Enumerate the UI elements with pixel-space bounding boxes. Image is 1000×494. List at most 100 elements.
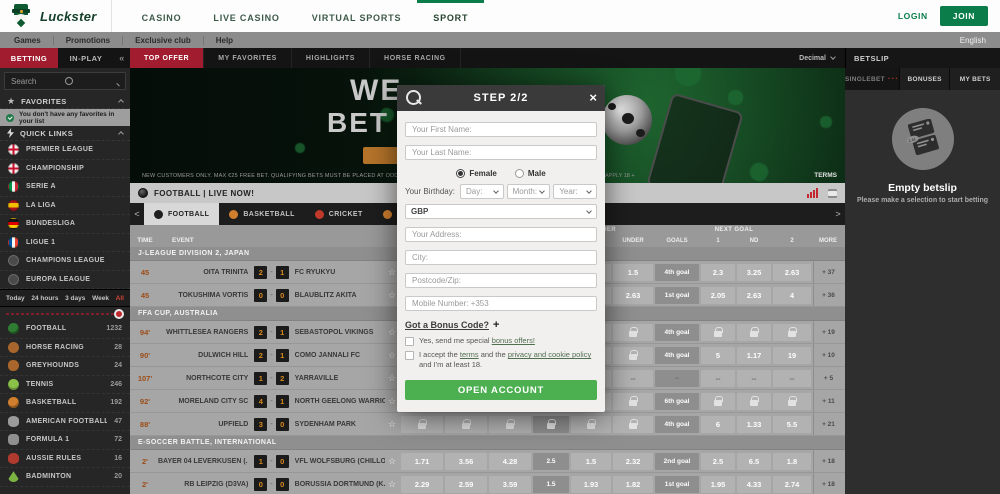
more-markets[interactable]: + 19	[813, 321, 843, 343]
slider-handle[interactable]	[114, 309, 124, 319]
more-markets[interactable]: + 5	[813, 367, 843, 389]
odds-cell[interactable]: 1.82	[613, 476, 653, 493]
favorite-star-icon[interactable]: ☆	[385, 479, 399, 490]
odds-cell[interactable]: 2.5	[701, 453, 735, 470]
tab-betting[interactable]: BETTING	[0, 48, 58, 68]
odds-format-dropdown[interactable]: Decimal	[799, 48, 845, 68]
odds-cell[interactable]: 1st goal	[655, 476, 699, 493]
quick-link-champions-league[interactable]: CHAMPIONS LEAGUE	[0, 252, 130, 271]
last-name-field[interactable]	[405, 145, 597, 160]
odds-cell[interactable]: 2.63	[773, 264, 811, 281]
odds-cell[interactable]: 4	[773, 287, 811, 304]
bonus-code-toggle[interactable]: Got a Bonus Code? +	[405, 319, 597, 331]
day-select[interactable]: Day:	[460, 184, 504, 199]
tab-top-offer[interactable]: TOP OFFER	[130, 48, 204, 68]
odds-cell[interactable]: 2nd goal	[655, 453, 699, 470]
mobile-field[interactable]	[405, 296, 597, 311]
odds-cell[interactable]: 2.5	[533, 453, 569, 470]
bonus-offers-link[interactable]: bonus offers!	[492, 336, 535, 345]
tab-my-favorites[interactable]: MY FAVORITES	[204, 48, 292, 68]
city-field[interactable]	[405, 250, 597, 265]
more-markets[interactable]: + 37	[813, 261, 843, 283]
sidebar-sport-american-football[interactable]: AMERICAN FOOTBALL47	[0, 413, 130, 432]
odds-cell[interactable]: 5.5	[773, 416, 811, 433]
favorite-star-icon[interactable]: ☆	[385, 419, 399, 430]
odds-cell[interactable]: 2.63	[613, 287, 653, 304]
time-filter-today[interactable]: Today	[6, 295, 25, 302]
odds-cell[interactable]: 3.56	[445, 453, 487, 470]
login-button[interactable]: LOGIN	[898, 11, 928, 21]
subnav-games[interactable]: Games	[10, 36, 54, 45]
nav-sport[interactable]: SPORT	[417, 0, 484, 32]
radio-male[interactable]: Male	[515, 169, 546, 178]
tab-singlebet[interactable]: SINGLEBET···	[845, 68, 899, 90]
favorite-star-icon[interactable]: ☆	[385, 456, 399, 467]
subnav-help[interactable]: Help	[204, 36, 245, 45]
more-markets[interactable]: + 18	[813, 450, 843, 472]
odds-cell[interactable]: 19	[773, 347, 811, 364]
year-select[interactable]: Year:	[553, 184, 597, 199]
collapse-sidebar-icon[interactable]: «	[114, 48, 130, 68]
odds-cell[interactable]: 4th goal	[655, 324, 699, 341]
terms-link[interactable]: terms	[460, 350, 479, 359]
nav-virtual-sports[interactable]: VIRTUAL SPORTS	[296, 0, 418, 32]
time-filter-week[interactable]: Week	[92, 295, 109, 302]
odds-cell[interactable]: 2.63	[737, 287, 771, 304]
subnav-promotions[interactable]: Promotions	[54, 36, 123, 45]
tab-highlights[interactable]: HIGHLIGHTS	[292, 48, 370, 68]
tab-my-bets[interactable]: MY BETS	[949, 68, 1000, 90]
quick-link-premier-league[interactable]: PREMIER LEAGUE	[0, 141, 130, 160]
odds-cell[interactable]: 3.25	[737, 264, 771, 281]
quick-link-serie-a[interactable]: SERIE A	[0, 178, 130, 197]
search-input[interactable]: Search	[4, 72, 126, 90]
sidebar-sport-tennis[interactable]: TENNIS246	[0, 376, 130, 395]
odds-cell[interactable]: 2.74	[773, 476, 811, 493]
odds-range-slider[interactable]	[6, 308, 124, 320]
quick-link-championship[interactable]: CHAMPIONSHIP	[0, 160, 130, 179]
odds-cell[interactable]: 5	[701, 347, 735, 364]
odds-cell[interactable]: 1.17	[737, 347, 771, 364]
odds-cell[interactable]: 2.32	[613, 453, 653, 470]
quick-link-europa-league[interactable]: EUROPA LEAGUE	[0, 271, 130, 290]
odds-cell[interactable]: 4th goal	[655, 416, 699, 433]
subnav-exclusive-club[interactable]: Exclusive club	[123, 36, 204, 45]
sidebar-sport-badminton[interactable]: BADMINTON20	[0, 468, 130, 487]
more-markets[interactable]: + 21	[813, 413, 843, 435]
time-filter-3-days[interactable]: 3 days	[65, 295, 85, 302]
odds-cell[interactable]: 1.71	[401, 453, 443, 470]
first-name-field[interactable]	[405, 122, 597, 137]
scroll-left-icon[interactable]: <	[130, 203, 144, 225]
sport-tab-cricket[interactable]: CRICKET	[305, 203, 373, 225]
quick-link-la-liga[interactable]: LA LIGA	[0, 197, 130, 216]
list-view-icon[interactable]	[828, 189, 837, 198]
radio-female[interactable]: Female	[456, 169, 497, 178]
more-markets[interactable]: + 36	[813, 284, 843, 306]
sport-tab-football[interactable]: FOOTBALL	[144, 203, 219, 225]
odds-cell[interactable]: 3.59	[489, 476, 531, 493]
favorites-header[interactable]: ★ FAVORITES	[0, 94, 130, 109]
month-select[interactable]: Month:	[507, 184, 551, 199]
odds-cell[interactable]: 4th goal	[655, 347, 699, 364]
sidebar-sport-basketball[interactable]: BASKETBALL192	[0, 394, 130, 413]
tab-horse-racing[interactable]: HORSE RACING	[370, 48, 461, 68]
brand-logo[interactable]: Luckster	[0, 0, 112, 32]
sidebar-sport-formula-1[interactable]: FORMULA 172	[0, 431, 130, 450]
odds-cell[interactable]: 4th goal	[655, 264, 699, 281]
currency-select[interactable]: GBP	[405, 204, 597, 219]
join-button[interactable]: JOIN	[940, 6, 988, 26]
more-markets[interactable]: + 18	[813, 473, 843, 494]
odds-cell[interactable]: 2.3	[701, 264, 735, 281]
odds-cell[interactable]: 1.95	[701, 476, 735, 493]
time-filter-24-hours[interactable]: 24 hours	[31, 295, 58, 302]
privacy-policy-link[interactable]: privacy and cookie policy	[508, 350, 591, 359]
more-markets[interactable]: + 11	[813, 390, 843, 412]
odds-cell[interactable]: 1.5	[571, 453, 611, 470]
odds-cell[interactable]: 2.59	[445, 476, 487, 493]
sidebar-sport-aussie-rules[interactable]: AUSSIE RULES16	[0, 450, 130, 469]
terms-checkbox[interactable]: I accept the terms and the privacy and c…	[405, 350, 597, 370]
quick-links-header[interactable]: QUICK LINKS	[0, 126, 130, 141]
sidebar-sport-horse-racing[interactable]: HORSE RACING28	[0, 339, 130, 358]
more-markets[interactable]: + 10	[813, 344, 843, 366]
tab-bonuses[interactable]: BONUSES	[899, 68, 950, 90]
tab-in-play[interactable]: IN-PLAY	[58, 48, 114, 68]
